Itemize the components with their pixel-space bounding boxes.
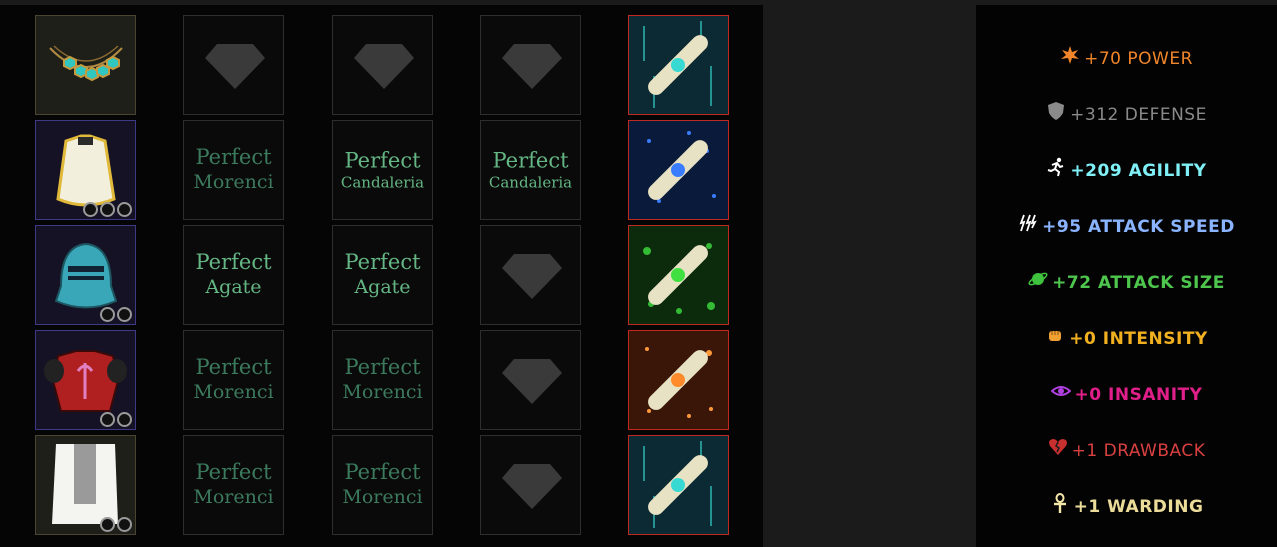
socket-icon[interactable] (117, 307, 132, 322)
gem-label: Perfect Candaleria (488, 148, 573, 192)
stat-drawback: +1 DRAWBACK (976, 437, 1277, 461)
stats-panel: +70 POWER +312 DEFENSE +209 AGILITY +95 … (976, 5, 1277, 547)
gem-slot-filled[interactable]: Perfect Morenci (183, 330, 284, 430)
gem-label: Perfect Morenci (193, 145, 274, 193)
ankh-icon (1050, 493, 1070, 513)
equipment-slot-armor[interactable] (35, 330, 136, 430)
empty-gem-icon (354, 44, 414, 89)
amulet-icon (49, 45, 123, 82)
socket-icon[interactable] (117, 517, 132, 532)
gem-slot-filled[interactable]: Perfect Morenci (183, 120, 284, 220)
gem-slot-empty[interactable] (183, 15, 284, 115)
empty-gem-icon (205, 44, 265, 89)
enchant-scroll-slot[interactable] (628, 120, 729, 220)
equipment-slot-helmet[interactable] (35, 225, 136, 325)
stat-defense: +312 DEFENSE (976, 101, 1277, 125)
empty-gem-icon (502, 359, 562, 404)
gem-slot-filled[interactable]: Perfect Morenci (332, 330, 433, 430)
empty-gem-icon (502, 464, 562, 509)
gem-label: Perfect Agate (195, 250, 272, 298)
empty-gem-icon (502, 44, 562, 89)
equipment-slot-amulet[interactable] (35, 15, 136, 115)
scroll-icon (629, 436, 728, 534)
planet-icon (1028, 269, 1048, 289)
fist-icon (1045, 325, 1065, 345)
socket-row (83, 202, 132, 217)
enchant-scroll-slot[interactable] (628, 330, 729, 430)
stat-warding: +1 WARDING (976, 493, 1277, 517)
socket-icon[interactable] (100, 202, 115, 217)
gem-slot-filled[interactable]: Perfect Morenci (183, 435, 284, 535)
enchant-scroll-slot[interactable] (628, 435, 729, 535)
gem-slot-empty[interactable] (332, 15, 433, 115)
stat-insanity: +0 INSANITY (976, 381, 1277, 405)
equipment-gem-grid: Perfect Morenci Perfect Candaleria Perfe… (0, 5, 763, 547)
gem-slot-empty[interactable] (480, 330, 581, 430)
scroll-icon (629, 331, 728, 429)
socket-icon[interactable] (100, 412, 115, 427)
enchant-scroll-slot[interactable] (628, 15, 729, 115)
burst-icon (1060, 45, 1080, 65)
socket-icon[interactable] (117, 412, 132, 427)
scroll-icon (629, 16, 728, 114)
stat-intensity: +0 INTENSITY (976, 325, 1277, 349)
gem-label: Perfect Morenci (193, 355, 274, 403)
enchant-scroll-slot[interactable] (628, 225, 729, 325)
gem-slot-filled[interactable]: Perfect Candaleria (332, 120, 433, 220)
gem-label: Perfect Morenci (193, 460, 274, 508)
socket-icon[interactable] (100, 517, 115, 532)
empty-gem-icon (502, 254, 562, 299)
gem-label: Perfect Morenci (342, 460, 423, 508)
gem-slot-filled[interactable]: Perfect Agate (183, 225, 284, 325)
socket-row (100, 412, 132, 427)
gem-slot-filled[interactable]: Perfect Candaleria (480, 120, 581, 220)
gem-label: Perfect Candaleria (340, 148, 425, 192)
shield-icon (1046, 101, 1066, 121)
eye-icon (1050, 381, 1072, 401)
stat-attack-size: +72 ATTACK SIZE (976, 269, 1277, 293)
gem-slot-empty[interactable] (480, 225, 581, 325)
socket-row (100, 517, 132, 532)
scroll-icon (629, 121, 728, 219)
gem-slot-filled[interactable]: Perfect Morenci (332, 435, 433, 535)
broken-heart-icon (1048, 437, 1068, 457)
socket-icon[interactable] (83, 202, 98, 217)
socket-row (100, 307, 132, 322)
gem-slot-empty[interactable] (480, 435, 581, 535)
gem-slot-empty[interactable] (480, 15, 581, 115)
stat-power: +70 POWER (976, 45, 1277, 69)
equipment-slot-cloak[interactable] (35, 435, 136, 535)
stat-agility: +209 AGILITY (976, 157, 1277, 181)
running-figure-icon (1046, 157, 1066, 177)
claw-slash-icon (1018, 213, 1038, 233)
gem-slot-filled[interactable]: Perfect Agate (332, 225, 433, 325)
stat-attack-speed: +95 ATTACK SPEED (976, 213, 1277, 237)
equipment-slot-chest[interactable] (35, 120, 136, 220)
socket-icon[interactable] (100, 307, 115, 322)
gem-label: Perfect Agate (344, 250, 421, 298)
gem-label: Perfect Morenci (342, 355, 423, 403)
socket-icon[interactable] (117, 202, 132, 217)
scroll-icon (629, 226, 728, 324)
